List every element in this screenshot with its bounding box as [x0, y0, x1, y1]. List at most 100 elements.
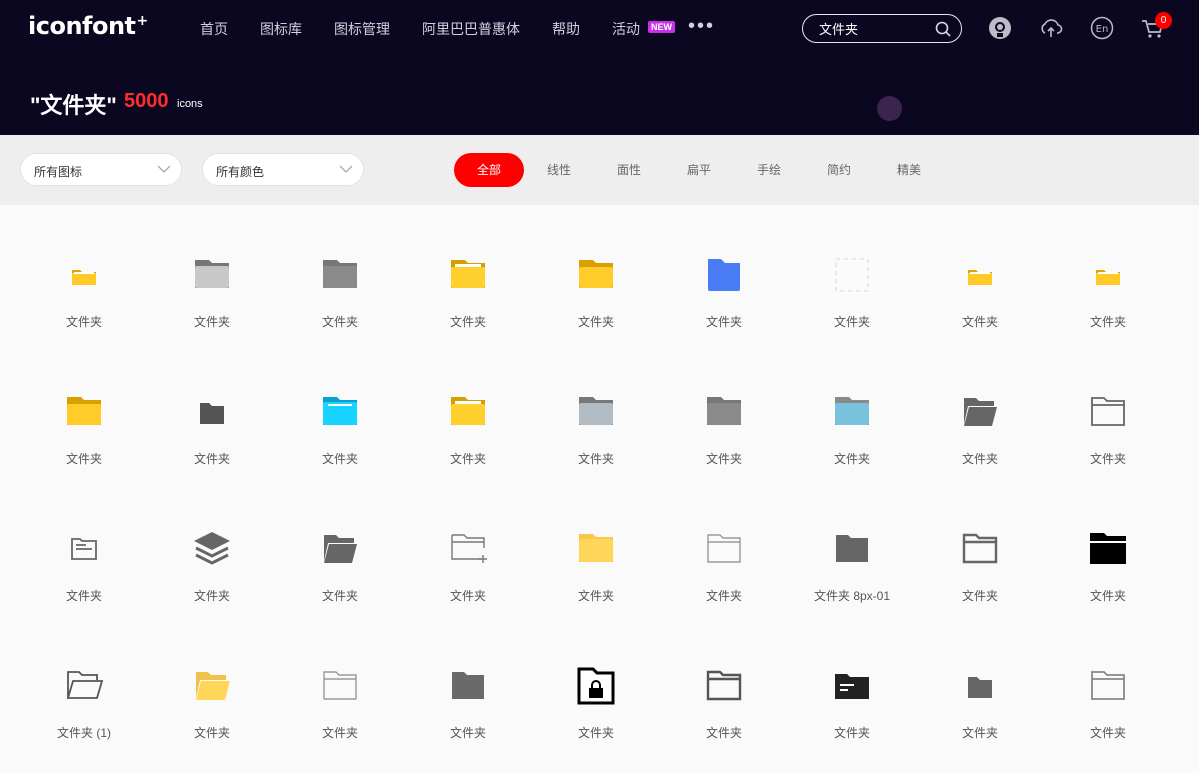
user-avatar-icon[interactable]	[988, 16, 1012, 40]
nav-puhuiti-font[interactable]: 阿里巴巴普惠体	[422, 19, 520, 39]
nav-icon-library[interactable]: 图标库	[260, 19, 302, 39]
icon-card[interactable]: 文件夹	[788, 225, 916, 362]
icon-card[interactable]: 文件夹	[20, 225, 148, 362]
result-count: 5000	[124, 90, 169, 112]
icon-card[interactable]: 文件夹	[148, 362, 276, 499]
icon-card[interactable]: 文件夹	[276, 636, 404, 773]
icon-name: 文件夹	[193, 315, 230, 329]
icon-card[interactable]: 文件夹	[532, 362, 660, 499]
icon-card[interactable]: 文件夹	[404, 362, 532, 499]
icon-card[interactable]: 文件夹	[788, 636, 916, 773]
tab-simple[interactable]: 简约	[804, 153, 874, 187]
layers-icon	[192, 529, 232, 569]
tab-flat[interactable]: 扁平	[664, 153, 734, 187]
icon-type-select[interactable]: 所有图标	[20, 153, 182, 186]
icon-card[interactable]: 文件夹	[1044, 499, 1172, 636]
folder-gray-icon	[704, 392, 744, 432]
icon-card[interactable]: 文件夹	[148, 499, 276, 636]
folder-lock-icon	[576, 666, 616, 706]
chevron-down-icon	[157, 165, 171, 173]
icon-name: 文件夹	[833, 315, 870, 329]
icon-card[interactable]: 文件夹	[532, 636, 660, 773]
icon-name: 文件夹	[961, 452, 998, 466]
folder-outline-bold-icon	[704, 666, 744, 706]
color-select[interactable]: 所有颜色	[202, 153, 364, 186]
icon-name: 文件夹	[705, 726, 742, 740]
icon-card[interactable]: 文件夹	[532, 499, 660, 636]
folder-open-yellow-icon	[192, 666, 232, 706]
tab-linear[interactable]: 线性	[524, 153, 594, 187]
icon-name: 文件夹	[1089, 589, 1126, 603]
icon-card[interactable]: 文件夹	[276, 225, 404, 362]
icon-name: 文件夹	[961, 589, 998, 603]
tab-handdrawn[interactable]: 手绘	[734, 153, 804, 187]
icon-card[interactable]: 文件夹	[660, 362, 788, 499]
icon-name: 文件夹	[961, 315, 998, 329]
header: iconfont+ 首页 图标库 图标管理 阿里巴巴普惠体 帮助 活动 NEW •…	[0, 0, 1199, 135]
folder-transparent-icon	[832, 255, 872, 295]
tab-exquisite[interactable]: 精美	[874, 153, 944, 187]
icon-name: 文件夹	[705, 589, 742, 603]
icon-card[interactable]: 文件夹	[660, 499, 788, 636]
icon-card[interactable]: 文件夹	[276, 362, 404, 499]
icon-card[interactable]: 文件夹	[20, 362, 148, 499]
folder-cyan-icon	[320, 392, 360, 432]
folder-add-outline-icon	[448, 529, 488, 569]
main-nav: 首页 图标库 图标管理 阿里巴巴普惠体 帮助 活动 NEW •••	[200, 16, 715, 39]
nav-home[interactable]: 首页	[200, 19, 228, 39]
logo[interactable]: iconfont+	[28, 12, 148, 40]
icon-card[interactable]: 文件夹	[788, 362, 916, 499]
icon-card[interactable]: 文件夹	[916, 636, 1044, 773]
icon-card[interactable]: 文件夹	[148, 636, 276, 773]
folder-yellow-paper-icon	[448, 392, 488, 432]
decorative-dot	[877, 96, 902, 121]
icon-card[interactable]: 文件夹	[916, 225, 1044, 362]
icon-card[interactable]: 文件夹	[1044, 362, 1172, 499]
icon-name: 文件夹	[961, 726, 998, 740]
icon-name: 文件夹	[193, 452, 230, 466]
search-icon[interactable]	[935, 21, 951, 37]
icon-name: 文件夹 (1)	[56, 726, 111, 740]
icon-card[interactable]: 文件夹	[916, 499, 1044, 636]
tab-all[interactable]: 全部	[454, 153, 524, 187]
language-en-icon[interactable]: En	[1090, 16, 1114, 40]
search-input[interactable]	[819, 20, 929, 37]
icon-card[interactable]: 文件夹	[532, 225, 660, 362]
icon-name: 文件夹	[449, 589, 486, 603]
more-menu-button[interactable]: •••	[688, 16, 715, 39]
folder-dark-flat-icon	[832, 529, 872, 569]
icon-card[interactable]: 文件夹 (1)	[20, 636, 148, 773]
icon-card[interactable]: 文件夹	[404, 225, 532, 362]
icon-card[interactable]: 文件夹	[1044, 636, 1172, 773]
icon-type-select-label: 所有图标	[34, 165, 83, 179]
icon-name: 文件夹	[577, 589, 614, 603]
result-query-title: "文件夹"	[30, 93, 117, 118]
folder-doc-outline-icon	[64, 529, 104, 569]
icon-card[interactable]: 文件夹	[404, 499, 532, 636]
nav-help[interactable]: 帮助	[552, 19, 580, 39]
icon-name: 文件夹	[705, 452, 742, 466]
tab-filled[interactable]: 面性	[594, 153, 664, 187]
folder-card-black-icon	[832, 666, 872, 706]
upload-icon[interactable]	[1039, 16, 1063, 40]
icon-card[interactable]: 文件夹	[148, 225, 276, 362]
nav-activity[interactable]: 活动 NEW	[612, 19, 675, 39]
folder-lightblue-icon	[832, 392, 872, 432]
icon-card[interactable]: 文件夹	[1044, 225, 1172, 362]
icon-card[interactable]: 文件夹	[916, 362, 1044, 499]
folder-open-dark-icon	[960, 392, 1000, 432]
icon-card[interactable]: 文件夹 8px-01	[788, 499, 916, 636]
folder-open-dark-icon	[320, 529, 360, 569]
icon-card[interactable]: 文件夹	[404, 636, 532, 773]
icon-name: 文件夹	[193, 589, 230, 603]
icon-card[interactable]: 文件夹	[20, 499, 148, 636]
result-unit: icons	[177, 98, 203, 110]
icon-name: 文件夹	[1089, 452, 1126, 466]
cart-count-badge: 0	[1155, 12, 1172, 29]
icon-card[interactable]: 文件夹	[660, 225, 788, 362]
folder-outline-thin-icon	[704, 529, 744, 569]
icon-card[interactable]: 文件夹	[660, 636, 788, 773]
icon-name: 文件夹	[65, 315, 102, 329]
nav-icon-management[interactable]: 图标管理	[334, 19, 390, 39]
icon-card[interactable]: 文件夹	[276, 499, 404, 636]
